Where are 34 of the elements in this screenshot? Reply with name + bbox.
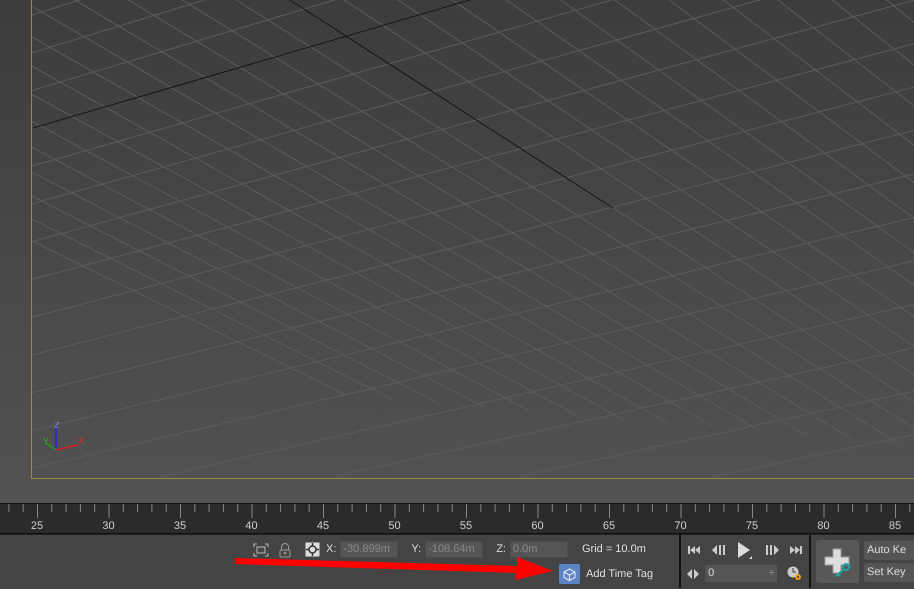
frame-number: 45 [316, 519, 330, 534]
time-tag-icon[interactable] [559, 564, 580, 584]
time-configuration-icon[interactable] [787, 566, 802, 581]
key-plus-icon[interactable] [822, 546, 852, 576]
previous-frame-icon[interactable] [710, 544, 727, 556]
auto-key-button[interactable]: Auto Ke [864, 541, 914, 560]
set-key-button[interactable] [816, 540, 859, 583]
axis-label: X: [326, 542, 336, 558]
frame-number: 60 [531, 519, 544, 534]
current-frame-field[interactable]: 0 ÷ [705, 565, 778, 582]
frame-number: 70 [674, 519, 687, 534]
key-mode-icon[interactable] [687, 568, 700, 578]
play-icon[interactable] [736, 541, 754, 559]
frame-number: 40 [245, 519, 258, 534]
axis-label: Z: [496, 542, 506, 558]
crosshair-icon[interactable] [305, 542, 320, 557]
set-key-mode-button[interactable]: Set Key [864, 563, 914, 582]
go-to-start-icon[interactable] [687, 545, 702, 555]
frame-number: 85 [888, 519, 902, 534]
lock-icon[interactable] [279, 542, 291, 558]
time-tag-label[interactable]: Add Time Tag [586, 566, 654, 582]
frame-number: 30 [102, 519, 115, 534]
selection-icon[interactable] [253, 542, 269, 556]
frame-number: 25 [30, 519, 44, 534]
frame-number: 80 [817, 519, 830, 534]
next-frame-icon[interactable] [764, 544, 780, 556]
grid-size-label: Grid = 10.0m [582, 542, 646, 558]
frame-number: 35 [174, 519, 186, 534]
axis-label: Y: [411, 542, 422, 558]
go-to-end-icon[interactable] [788, 545, 803, 555]
frame-number: 55 [460, 519, 472, 534]
frame-number: 50 [388, 519, 401, 534]
frame-number: 65 [602, 519, 616, 534]
frame-number: 75 [746, 519, 758, 534]
